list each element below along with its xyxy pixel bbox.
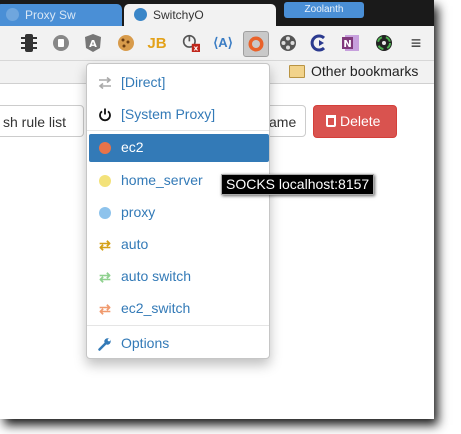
menu-item-system-proxy[interactable]: [System Proxy] xyxy=(89,101,269,129)
publish-rule-list-button[interactable]: sh rule list xyxy=(0,105,84,137)
menu-item-label: Options xyxy=(121,335,170,351)
angular-icon[interactable]: A xyxy=(84,34,102,52)
menu-item-ec2-switch[interactable]: ⇄ ec2_switch xyxy=(89,295,269,323)
tab-strip: Proxy Sw SwitchyO Zoolanth xyxy=(0,0,434,26)
menu-item-auto-switch[interactable]: ⇄ auto switch xyxy=(89,263,269,291)
menu-item-options[interactable]: Options xyxy=(89,330,269,358)
globe-icon xyxy=(97,140,113,156)
wrench-icon xyxy=(97,336,113,352)
trash-icon xyxy=(326,115,336,127)
folder-icon xyxy=(289,65,305,78)
menu-item-direct[interactable]: [Direct] xyxy=(89,69,269,97)
menu-divider xyxy=(87,130,269,131)
cycle-icon: ⇄ xyxy=(99,268,111,285)
onenote-icon[interactable]: N xyxy=(342,34,360,52)
menu-item-ec2[interactable]: ec2 xyxy=(89,134,269,162)
switchyomega-icon[interactable] xyxy=(243,31,269,57)
proxy-switch-menu: [Direct] [System Proxy] ec2 home_server … xyxy=(86,63,270,359)
color-wheel-icon[interactable] xyxy=(375,34,393,52)
c-arrow-icon[interactable] xyxy=(310,34,328,52)
svg-text:N: N xyxy=(343,39,351,50)
extension-toolbar: A JB x ⟨A⟩ N ≡ xyxy=(0,26,434,61)
globe-icon xyxy=(97,205,113,221)
delete-label: Delete xyxy=(340,113,381,129)
svg-text:A: A xyxy=(89,39,97,50)
film-reel-icon[interactable] xyxy=(279,34,297,52)
menu-item-label: [System Proxy] xyxy=(121,106,216,122)
cookie-icon[interactable] xyxy=(117,34,135,52)
browser-window: Proxy Sw SwitchyO Zoolanth A JB x ⟨A⟩ N … xyxy=(0,0,434,419)
proxy-tooltip: SOCKS localhost:8157 xyxy=(221,174,375,195)
profile-button[interactable]: Zoolanth xyxy=(284,2,364,18)
cycle-icon: ⇄ xyxy=(99,236,111,253)
menu-item-auto[interactable]: ⇄ auto xyxy=(89,231,269,259)
menu-item-label: ec2 xyxy=(121,139,144,155)
globe-icon xyxy=(97,173,113,189)
cycle-icon: ⇄ xyxy=(99,300,111,317)
menu-item-label: home_server xyxy=(121,172,203,188)
svg-text:x: x xyxy=(194,43,199,52)
menu-item-proxy[interactable]: proxy xyxy=(89,199,269,227)
menu-item-label: ec2_switch xyxy=(121,300,191,316)
delete-button[interactable]: Delete xyxy=(313,105,397,138)
other-bookmarks[interactable]: Other bookmarks xyxy=(311,63,418,79)
menu-divider xyxy=(87,325,269,326)
hand-stop-icon[interactable] xyxy=(52,34,70,52)
menu-item-label: proxy xyxy=(121,204,156,220)
menu-item-label: auto switch xyxy=(121,268,192,284)
tab-switchyomega[interactable]: SwitchyO xyxy=(124,4,276,26)
tab-proxy[interactable]: Proxy Sw xyxy=(0,4,122,26)
tab-label: SwitchyO xyxy=(153,8,204,22)
menu-item-label: [Direct] xyxy=(121,74,166,90)
traffic-light-icon[interactable] xyxy=(20,34,38,52)
jb-icon[interactable]: JB xyxy=(147,34,166,52)
menu-icon[interactable]: ≡ xyxy=(407,33,425,53)
tab-favicon xyxy=(6,8,19,21)
tab-label: Proxy Sw xyxy=(25,8,76,22)
tab-favicon xyxy=(134,8,147,21)
power-icon xyxy=(97,107,113,123)
power-x-icon[interactable]: x xyxy=(182,34,200,52)
menu-item-label: auto xyxy=(121,236,149,252)
direct-arrows-icon xyxy=(97,75,113,91)
a11y-icon[interactable]: ⟨A⟩ xyxy=(213,34,233,52)
